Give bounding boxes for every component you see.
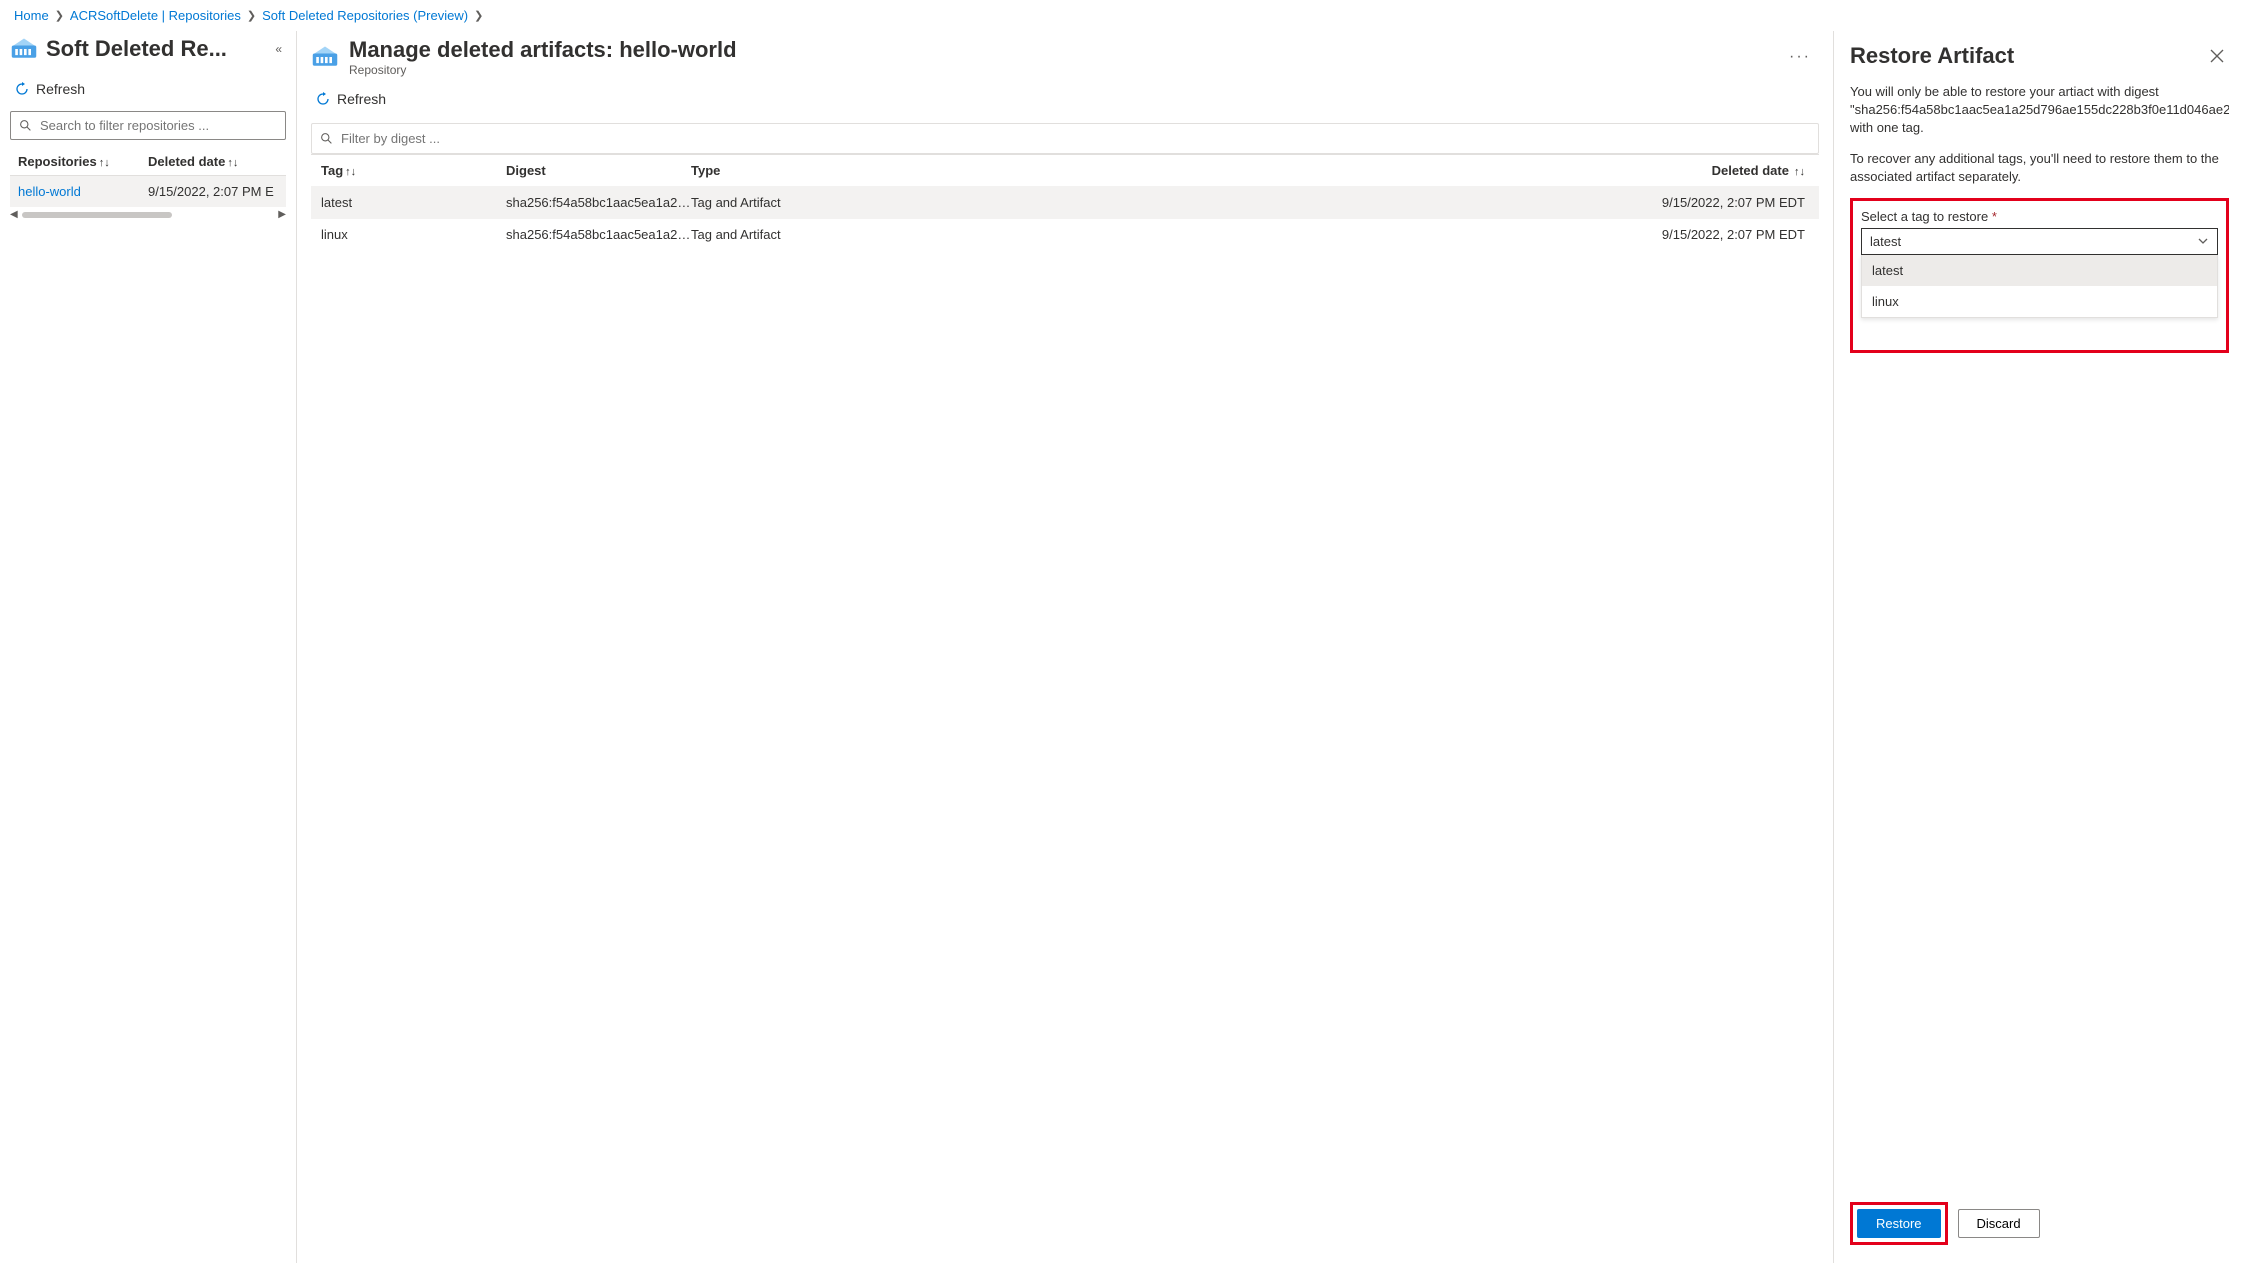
search-repositories-input[interactable] bbox=[10, 111, 286, 140]
chevron-right-icon: ❯ bbox=[55, 9, 64, 22]
artifact-type: Tag and Artifact bbox=[691, 195, 876, 210]
sort-icon: ↑↓ bbox=[227, 157, 238, 169]
sort-icon: ↑↓ bbox=[99, 157, 110, 169]
search-icon bbox=[320, 132, 333, 145]
restore-button[interactable]: Restore bbox=[1857, 1209, 1941, 1238]
close-icon[interactable] bbox=[2205, 44, 2229, 68]
artifact-date: 9/15/2022, 2:07 PM EDT bbox=[876, 195, 1809, 210]
refresh-icon bbox=[315, 91, 331, 107]
scroll-left-icon[interactable]: ◀ bbox=[10, 209, 18, 220]
header-type[interactable]: Type bbox=[691, 163, 876, 178]
refresh-label: Refresh bbox=[337, 91, 386, 107]
repo-header-date[interactable]: Deleted date↑↓ bbox=[148, 154, 278, 169]
restore-artifact-blade: Restore Artifact You will only be able t… bbox=[1833, 31, 2245, 1263]
filter-field[interactable] bbox=[339, 129, 1810, 148]
artifact-digest: sha256:f54a58bc1aac5ea1a25... bbox=[506, 227, 691, 242]
repo-header-name[interactable]: Repositories↑↓ bbox=[18, 154, 148, 169]
breadcrumb-soft-deleted[interactable]: Soft Deleted Repositories (Preview) bbox=[262, 8, 468, 23]
breadcrumb: Home ❯ ACRSoftDelete | Repositories ❯ So… bbox=[0, 0, 2245, 31]
artifact-row[interactable]: linux sha256:f54a58bc1aac5ea1a25... Tag … bbox=[311, 218, 1819, 250]
refresh-button[interactable]: Refresh bbox=[10, 71, 286, 107]
refresh-icon bbox=[14, 81, 30, 97]
repo-date: 9/15/2022, 2:07 PM E bbox=[148, 184, 278, 199]
sort-icon: ↑↓ bbox=[1791, 166, 1805, 178]
tag-select-dropdown[interactable]: latest bbox=[1861, 228, 2218, 255]
scroll-right-icon[interactable]: ▶ bbox=[278, 209, 286, 220]
header-date[interactable]: Deleted date ↑↓ bbox=[876, 163, 1809, 178]
highlight-box: Select a tag to restore * latest latest … bbox=[1850, 198, 2229, 353]
blade-description-2: To recover any additional tags, you'll n… bbox=[1850, 150, 2229, 186]
center-panel: Manage deleted artifacts: hello-world Re… bbox=[297, 31, 1833, 1263]
dropdown-value: latest bbox=[1870, 234, 2197, 249]
refresh-button[interactable]: Refresh bbox=[311, 81, 1819, 117]
refresh-label: Refresh bbox=[36, 81, 85, 97]
chevron-down-icon bbox=[2197, 235, 2209, 247]
container-registry-icon bbox=[311, 43, 339, 71]
center-title: Manage deleted artifacts: hello-world bbox=[349, 37, 1771, 63]
highlight-box: Restore bbox=[1850, 1202, 1948, 1245]
chevron-right-icon: ❯ bbox=[474, 9, 483, 22]
dropdown-option-linux[interactable]: linux bbox=[1862, 286, 2217, 317]
discard-button[interactable]: Discard bbox=[1958, 1209, 2040, 1238]
artifact-type: Tag and Artifact bbox=[691, 227, 876, 242]
blade-description-1: You will only be able to restore your ar… bbox=[1850, 83, 2229, 138]
left-panel: Soft Deleted Re... « Refresh Repositorie… bbox=[0, 31, 297, 1263]
horizontal-scrollbar[interactable]: ◀ ▶ bbox=[10, 209, 286, 220]
search-field[interactable] bbox=[38, 116, 277, 135]
filter-digest-input[interactable] bbox=[311, 123, 1819, 154]
artifact-tag: linux bbox=[321, 227, 506, 242]
search-icon bbox=[19, 119, 32, 132]
select-tag-label: Select a tag to restore * bbox=[1861, 209, 2218, 224]
collapse-left-icon[interactable]: « bbox=[271, 38, 286, 60]
artifact-date: 9/15/2022, 2:07 PM EDT bbox=[876, 227, 1809, 242]
center-subtitle: Repository bbox=[349, 63, 1771, 77]
header-tag[interactable]: Tag↑↓ bbox=[321, 163, 506, 178]
chevron-right-icon: ❯ bbox=[247, 9, 256, 22]
repo-table-header: Repositories↑↓ Deleted date↑↓ bbox=[10, 148, 286, 176]
header-digest[interactable]: Digest bbox=[506, 163, 691, 178]
sort-icon: ↑↓ bbox=[345, 166, 356, 178]
required-indicator: * bbox=[1992, 209, 1997, 224]
artifacts-table: Tag↑↓ Digest Type Deleted date ↑↓ latest… bbox=[311, 154, 1819, 250]
left-panel-title: Soft Deleted Re... bbox=[46, 36, 263, 62]
breadcrumb-registry[interactable]: ACRSoftDelete | Repositories bbox=[70, 8, 241, 23]
repo-row[interactable]: hello-world 9/15/2022, 2:07 PM E bbox=[10, 176, 286, 207]
artifacts-table-header: Tag↑↓ Digest Type Deleted date ↑↓ bbox=[311, 155, 1819, 186]
more-actions-button[interactable]: ··· bbox=[1781, 44, 1819, 70]
breadcrumb-home[interactable]: Home bbox=[14, 8, 49, 23]
artifact-row[interactable]: latest sha256:f54a58bc1aac5ea1a25... Tag… bbox=[311, 186, 1819, 218]
blade-title: Restore Artifact bbox=[1850, 43, 2205, 69]
dropdown-option-latest[interactable]: latest bbox=[1862, 255, 2217, 286]
repo-name: hello-world bbox=[18, 184, 148, 199]
artifact-tag: latest bbox=[321, 195, 506, 210]
dropdown-list: latest linux bbox=[1861, 255, 2218, 318]
container-registry-icon bbox=[10, 35, 38, 63]
artifact-digest: sha256:f54a58bc1aac5ea1a25... bbox=[506, 195, 691, 210]
